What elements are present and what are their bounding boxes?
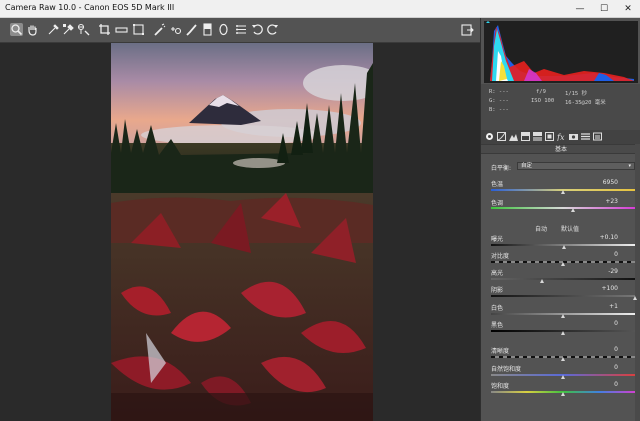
white-balance-label: 白平衡: (491, 165, 512, 172)
window-title: Camera Raw 10.0 - Canon EOS 5D Mark III (5, 3, 175, 12)
maximize-button[interactable]: ☐ (596, 2, 612, 16)
contrast-value[interactable]: 0 (614, 251, 618, 258)
preferences-icon[interactable] (235, 23, 248, 36)
highlights-slider-thumb[interactable] (540, 279, 545, 283)
vibrance-slider-thumb[interactable] (560, 375, 565, 379)
rotate-cw-icon[interactable] (266, 23, 279, 36)
basic-icon[interactable] (485, 132, 494, 141)
snapshots-icon[interactable] (593, 132, 602, 141)
saturation-label: 饱和度 (491, 383, 510, 390)
spot-removal-icon[interactable] (153, 23, 166, 36)
highlights-value[interactable]: -29 (608, 268, 618, 275)
exposure-value[interactable]: +0.10 (600, 234, 618, 241)
hsl-icon[interactable] (521, 132, 530, 141)
crop-icon[interactable] (98, 23, 111, 36)
chevron-down-icon: ▾ (628, 163, 631, 169)
tint-label: 色调 (491, 200, 504, 207)
blacks-value[interactable]: 0 (614, 320, 618, 327)
preview-canvas[interactable] (0, 43, 480, 421)
shadows-label: 阴影 (491, 287, 504, 294)
blacks-label: 黑色 (491, 322, 504, 329)
color-sampler-icon[interactable] (62, 23, 75, 36)
section-title-basic: 基本 (481, 144, 640, 154)
white-balance-value: 自定 (521, 163, 533, 169)
right-panel: R: --- G: --- B: --- f/9 1/15 秒 ISO 100 … (480, 18, 640, 421)
whites-value[interactable]: +1 (609, 303, 618, 310)
tint-slider[interactable] (491, 207, 635, 209)
close-button[interactable]: ✕ (620, 2, 636, 16)
tint-value[interactable]: +23 (605, 198, 618, 205)
iso-value: ISO 100 (531, 98, 555, 104)
highlights-slider[interactable] (491, 278, 635, 280)
detail-icon[interactable] (509, 132, 518, 141)
transform-icon[interactable] (132, 23, 145, 36)
svg-text:fx: fx (557, 133, 565, 141)
whites-slider-thumb[interactable] (560, 314, 565, 318)
histogram (484, 21, 638, 83)
tint-slider-thumb[interactable] (570, 208, 575, 212)
shadows-slider[interactable] (491, 295, 635, 297)
lens-icon[interactable] (545, 132, 554, 141)
vibrance-value[interactable]: 0 (614, 364, 618, 371)
camera-calibration-icon[interactable] (569, 132, 578, 141)
red-eye-icon[interactable] (169, 23, 182, 36)
fx-icon[interactable]: fx (557, 132, 566, 141)
aperture-value: f/9 (536, 89, 546, 95)
vibrance-label: 自然饱和度 (491, 366, 522, 373)
exposure-label: 曝光 (491, 236, 504, 243)
contrast-slider-thumb[interactable] (560, 262, 565, 266)
title-bar: Camera Raw 10.0 - Canon EOS 5D Mark III … (0, 0, 640, 18)
temperature-label: 色温 (491, 181, 504, 188)
minimize-button[interactable]: — (572, 2, 588, 16)
zoom-icon[interactable] (10, 23, 23, 36)
graduated-filter-icon[interactable] (201, 23, 214, 36)
saturation-value[interactable]: 0 (614, 381, 618, 388)
saturation-slider-thumb[interactable] (560, 392, 565, 396)
highlights-label: 高光 (491, 270, 504, 277)
targeted-adjust-icon[interactable] (77, 23, 90, 36)
open-object-icon[interactable] (461, 23, 474, 36)
green-readout: G: --- (489, 98, 509, 104)
straighten-icon[interactable] (115, 23, 128, 36)
temperature-value[interactable]: 6950 (603, 179, 618, 186)
blue-readout: B: --- (489, 107, 509, 113)
hand-icon[interactable] (26, 23, 39, 36)
panel-scrollbar[interactable] (635, 144, 640, 421)
clarity-slider-thumb[interactable] (560, 357, 565, 361)
temperature-slider-thumb[interactable] (560, 190, 565, 194)
shutter-value: 1/15 秒 (565, 91, 588, 97)
tone-curve-icon[interactable] (497, 132, 506, 141)
clarity-label: 清晰度 (491, 348, 510, 355)
white-balance-select[interactable]: 自定 ▾ (517, 162, 635, 170)
clarity-value[interactable]: 0 (614, 346, 618, 353)
contrast-label: 对比度 (491, 253, 510, 260)
auto-button[interactable]: 自动 (535, 224, 547, 233)
exif-info: R: --- G: --- B: --- f/9 1/15 秒 ISO 100 … (481, 84, 640, 130)
split-tone-icon[interactable] (533, 132, 542, 141)
whites-label: 白色 (491, 305, 504, 312)
shadows-slider-thumb[interactable] (632, 296, 637, 300)
blacks-slider-thumb[interactable] (560, 331, 565, 335)
shadows-value[interactable]: +100 (602, 285, 618, 292)
photo-preview[interactable] (111, 43, 373, 421)
adjustment-brush-icon[interactable] (185, 23, 198, 36)
exposure-slider-thumb[interactable] (561, 245, 566, 249)
lens-value: 16-35@20 毫米 (565, 100, 606, 106)
white-balance-icon[interactable] (47, 23, 60, 36)
default-button[interactable]: 默认值 (561, 224, 579, 233)
panel-tabs: fx (481, 130, 640, 144)
red-readout: R: --- (489, 89, 509, 95)
camera-raw-window: Camera Raw 10.0 - Canon EOS 5D Mark III … (0, 0, 640, 421)
rotate-ccw-icon[interactable] (251, 23, 264, 36)
radial-filter-icon[interactable] (217, 23, 230, 36)
presets-icon[interactable] (581, 132, 590, 141)
